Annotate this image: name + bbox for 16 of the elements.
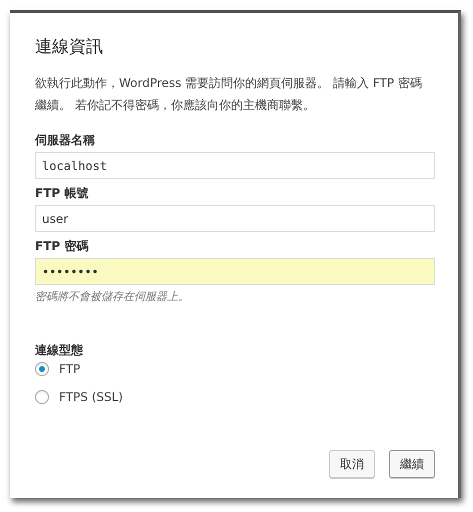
field-label: FTP 帳號 — [35, 185, 90, 202]
dialog-title: 連線資訊 — [35, 36, 104, 58]
section-label: 連線型態 — [35, 342, 84, 359]
description-text: 欲執行此動作，WordPress 需要訪問你的網頁伺服器。 請輸入 FTP 密碼繼續。 若你記不得密碼，你應該向你的主機商聯繫。 — [35, 75, 423, 114]
radio-button[interactable] — [35, 362, 49, 376]
cancel-button[interactable]: 取消 — [329, 450, 375, 478]
input-field[interactable]: •••••••• — [35, 258, 435, 285]
radio-label: FTP — [59, 362, 80, 376]
field-label: 伺服器名稱 — [35, 132, 96, 149]
input-field[interactable]: localhost — [35, 152, 435, 179]
hint-text: 密碼將不會被儲存在伺服器上。 — [35, 289, 190, 304]
field-label: FTP 密碼 — [35, 238, 90, 255]
radio-label: FTPS (SSL) — [59, 390, 123, 404]
input-field[interactable]: user — [35, 205, 435, 232]
continue-button[interactable]: 繼續 — [389, 450, 435, 478]
radio-button[interactable] — [35, 390, 49, 404]
